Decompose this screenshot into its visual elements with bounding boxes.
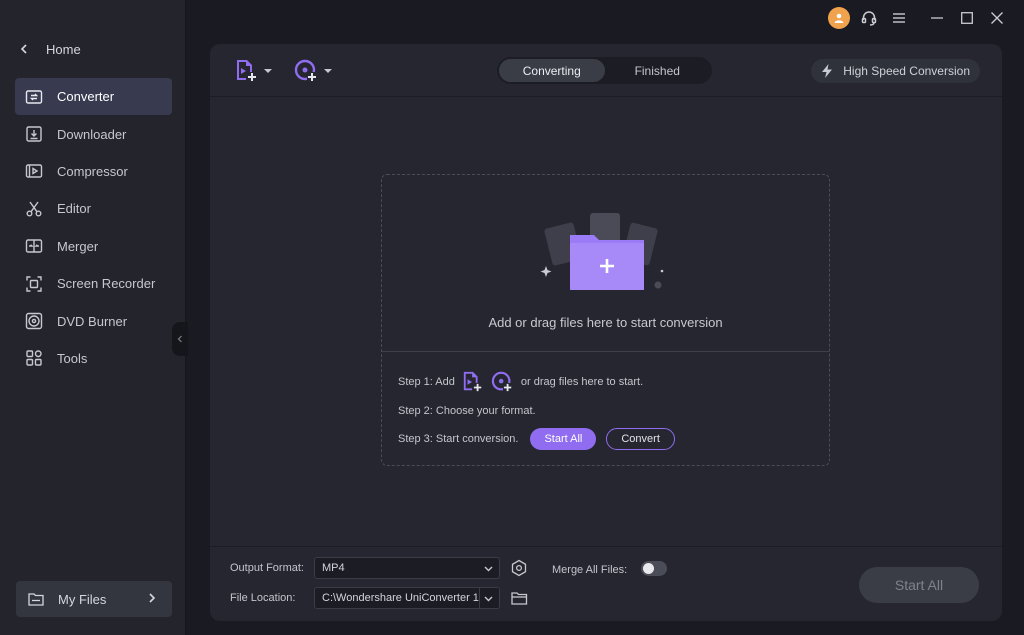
sidebar-item-label: Converter xyxy=(57,89,115,105)
minimize-icon xyxy=(931,17,943,19)
sidebar-item-label: Merger xyxy=(57,238,99,254)
step-1-suffix: or drag files here to start. xyxy=(520,376,644,388)
avatar-icon xyxy=(828,7,850,29)
folder-icon[interactable] xyxy=(511,591,528,605)
step-1-prefix: Step 1: Add xyxy=(398,376,455,388)
sidebar-item-tools[interactable]: Tools xyxy=(15,340,172,377)
add-file-icon xyxy=(237,60,256,81)
sidebar-item-label: Downloader xyxy=(57,126,127,142)
add-file-icon[interactable] xyxy=(461,371,485,393)
sidebar-item-compressor[interactable]: Compressor xyxy=(15,153,172,190)
my-files-label: My Files xyxy=(58,591,107,607)
tab-converting[interactable]: Converting xyxy=(499,59,605,82)
sidebar-item-downloader[interactable]: Downloader xyxy=(15,115,172,152)
step-2: Step 2: Choose your format. xyxy=(398,405,536,417)
sidebar-collapse-handle[interactable] xyxy=(172,322,188,356)
bottom-bar: Output Format: MP4 Merge All Files: File… xyxy=(210,546,1002,621)
home-label: Home xyxy=(46,41,81,57)
file-location-label: File Location: xyxy=(230,592,296,604)
support-button[interactable] xyxy=(854,0,884,36)
sidebar-item-dvd-burner[interactable]: DVD Burner xyxy=(15,302,172,339)
sidebar-item-merger[interactable]: Merger xyxy=(15,228,172,265)
toolbar: Converting Finished High Speed Conversio… xyxy=(210,44,1002,97)
minimize-button[interactable] xyxy=(922,0,952,36)
add-files-folder-icon xyxy=(540,213,664,290)
start-all-button[interactable]: Start All xyxy=(530,428,597,450)
lightning-icon xyxy=(822,64,833,78)
sidebar: Home Converter Downloader Compressor Edi… xyxy=(0,0,186,635)
sidebar-item-label: Compressor xyxy=(57,163,128,179)
maximize-icon xyxy=(961,12,973,24)
screen-recorder-icon xyxy=(25,275,43,293)
format-settings-icon[interactable] xyxy=(510,559,528,577)
merge-all-files-label: Merge All Files: xyxy=(552,564,628,576)
step-2-text: Step 2: Choose your format. xyxy=(398,405,536,417)
hamburger-icon xyxy=(893,13,905,23)
sidebar-item-label: Screen Recorder xyxy=(57,276,156,292)
sidebar-item-label: DVD Burner xyxy=(57,313,128,329)
convert-button[interactable]: Convert xyxy=(606,428,675,450)
sidebar-item-editor[interactable]: Editor xyxy=(15,190,172,227)
step-1: Step 1: Add or drag files here to start. xyxy=(398,371,643,393)
menu-button[interactable] xyxy=(884,0,914,36)
sidebar-item-label: Editor xyxy=(57,201,91,217)
close-button[interactable] xyxy=(982,0,1012,36)
add-files-button[interactable] xyxy=(234,59,272,83)
add-dvd-icon xyxy=(294,59,318,82)
merge-all-files-toggle[interactable] xyxy=(641,561,667,576)
output-format-value: MP4 xyxy=(322,562,345,574)
title-bar xyxy=(186,0,1024,36)
status-tabs: Converting Finished xyxy=(497,57,712,84)
chevron-left-icon xyxy=(20,44,27,54)
high-speed-conversion-label: High Speed Conversion xyxy=(843,64,970,78)
grid-icon xyxy=(25,349,43,367)
add-dvd-icon[interactable] xyxy=(491,371,515,393)
chevron-down-icon xyxy=(484,566,493,572)
divider xyxy=(382,351,829,352)
step-3: Step 3: Start conversion. Start All Conv… xyxy=(398,428,675,450)
chevron-left-icon xyxy=(177,335,182,343)
output-format-select[interactable]: MP4 xyxy=(314,557,500,579)
chevron-down-icon xyxy=(484,596,493,602)
home-link[interactable]: Home xyxy=(20,38,81,60)
close-icon xyxy=(991,12,1003,24)
sidebar-item-label: Tools xyxy=(57,350,88,366)
start-all-main-button[interactable]: Start All xyxy=(859,567,979,603)
chevron-down-icon xyxy=(324,69,332,73)
chevron-down-icon xyxy=(264,69,272,73)
converter-panel: Converting Finished High Speed Conversio… xyxy=(210,44,1002,621)
converter-icon xyxy=(25,88,43,106)
my-files-button[interactable]: My Files xyxy=(16,581,172,617)
title-bar-controls xyxy=(824,0,1024,36)
load-dvd-button[interactable] xyxy=(294,59,332,83)
headset-icon xyxy=(861,11,877,26)
tab-finished[interactable]: Finished xyxy=(605,59,711,82)
folder-icon xyxy=(28,593,44,606)
compressor-icon xyxy=(25,162,43,180)
dvd-icon xyxy=(25,312,43,330)
merger-icon xyxy=(25,237,43,255)
high-speed-conversion-button[interactable]: High Speed Conversion xyxy=(811,59,980,83)
downloader-icon xyxy=(25,125,43,143)
drop-zone[interactable]: Add or drag files here to start conversi… xyxy=(381,174,830,466)
chevron-right-icon xyxy=(149,593,156,603)
file-location-select[interactable]: C:\Wondershare UniConverter 1 xyxy=(314,587,500,609)
drop-zone-text: Add or drag files here to start conversi… xyxy=(488,315,723,330)
scissors-icon xyxy=(25,200,43,218)
sidebar-nav: Converter Downloader Compressor Editor M… xyxy=(15,78,172,377)
output-format-label: Output Format: xyxy=(230,562,304,574)
file-location-value: C:\Wondershare UniConverter 1 xyxy=(322,592,479,604)
toggle-knob xyxy=(643,563,654,574)
sidebar-item-screen-recorder[interactable]: Screen Recorder xyxy=(15,265,172,302)
sidebar-item-converter[interactable]: Converter xyxy=(15,78,172,116)
maximize-button[interactable] xyxy=(952,0,982,36)
step-3-text: Step 3: Start conversion. xyxy=(398,433,519,445)
account-button[interactable] xyxy=(824,0,854,36)
